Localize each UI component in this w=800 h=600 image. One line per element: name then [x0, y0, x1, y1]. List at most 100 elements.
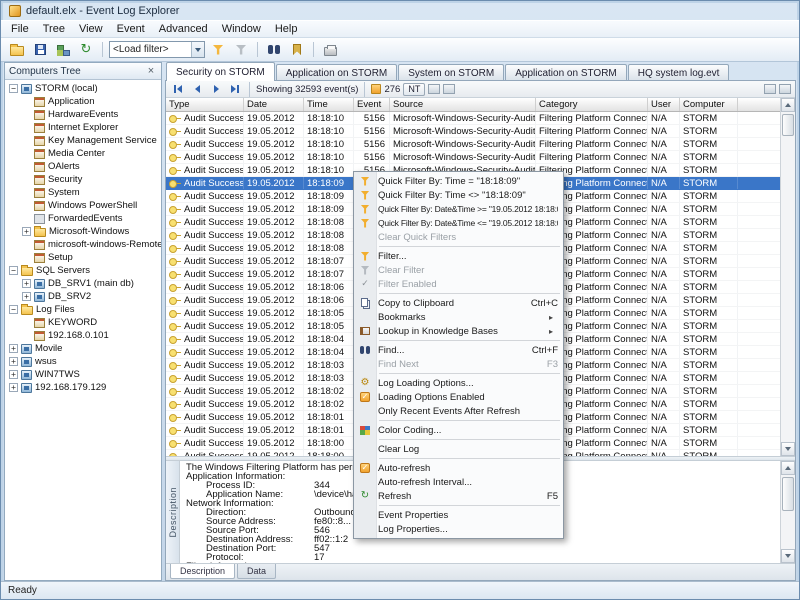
context-menu-item[interactable]: Quick Filter By: Time <> "18:18:09" — [354, 188, 563, 202]
tree-item[interactable]: −STORM (local) — [5, 82, 161, 95]
context-menu-item[interactable]: Auto-refresh Interval... — [354, 475, 563, 489]
tree-item[interactable]: Application — [5, 95, 161, 108]
menu-advanced[interactable]: Advanced — [152, 22, 215, 36]
context-menu-item[interactable]: ⚙Log Loading Options... — [354, 376, 563, 390]
column-header-type[interactable]: Type — [166, 98, 244, 111]
tree-item[interactable]: +WIN7TWS — [5, 368, 161, 381]
expand-icon[interactable]: + — [9, 383, 18, 392]
column-header-user[interactable]: User — [648, 98, 680, 111]
expand-icon[interactable]: + — [22, 292, 31, 301]
context-menu-item[interactable]: ✓Loading Options Enabled — [354, 390, 563, 404]
scroll-up-icon[interactable] — [781, 98, 795, 112]
prev-event-button[interactable] — [189, 82, 205, 96]
load-filter-combo[interactable]: <Load filter> — [109, 41, 205, 58]
expand-icon[interactable]: + — [9, 370, 18, 379]
context-menu-item[interactable]: Clear Quick Filters — [354, 230, 563, 244]
events-scrollbar[interactable] — [780, 98, 795, 456]
collapse-icon[interactable]: − — [9, 84, 18, 93]
scroll-track[interactable] — [781, 112, 795, 442]
event-row[interactable]: Audit Success19.05.201218:18:105156Micro… — [166, 138, 780, 151]
last-event-button[interactable] — [227, 82, 243, 96]
first-event-button[interactable] — [170, 82, 186, 96]
context-menu-item[interactable]: ✓Filter Enabled — [354, 277, 563, 291]
grid-view-icon[interactable] — [764, 84, 776, 94]
event-row[interactable]: Audit Success19.05.201218:18:105156Micro… — [166, 112, 780, 125]
combo-dropdown-icon[interactable] — [191, 42, 204, 57]
event-row[interactable]: Audit Success19.05.201218:18:105156Micro… — [166, 151, 780, 164]
menu-file[interactable]: File — [4, 22, 36, 36]
details-view-icon[interactable] — [779, 84, 791, 94]
scroll-down-icon[interactable] — [781, 442, 795, 456]
tree-item[interactable]: Security — [5, 173, 161, 186]
nt-toggle[interactable]: NT — [403, 83, 425, 96]
scroll-up-icon[interactable] — [781, 461, 795, 475]
context-menu-item[interactable]: ↻RefreshF5 — [354, 489, 563, 503]
goto-event-value[interactable]: 276 — [384, 84, 400, 95]
context-menu-item[interactable]: Quick Filter By: Date&Time >= "19.05.201… — [354, 202, 563, 216]
tab-2[interactable]: System on STORM — [398, 64, 504, 81]
open-log-button[interactable] — [7, 40, 27, 59]
tree-item[interactable]: microsoft-windows-RemoteDesktop — [5, 238, 161, 251]
next-event-button[interactable] — [208, 82, 224, 96]
tree-item[interactable]: +DB_SRV2 — [5, 290, 161, 303]
context-menu-item[interactable]: Color Coding... — [354, 423, 563, 437]
print-button[interactable] — [320, 40, 340, 59]
tree-item[interactable]: HardwareEvents — [5, 108, 161, 121]
collapse-icon[interactable]: − — [9, 305, 18, 314]
menu-event[interactable]: Event — [110, 22, 152, 36]
expand-icon[interactable]: + — [9, 357, 18, 366]
context-menu-item[interactable]: Only Recent Events After Refresh — [354, 404, 563, 418]
context-menu-item[interactable]: Lookup in Knowledge Bases▸ — [354, 324, 563, 338]
columns-icon[interactable] — [443, 84, 455, 94]
tree-item[interactable]: ForwardedEvents — [5, 212, 161, 225]
context-menu-item[interactable]: ✓Auto-refresh — [354, 461, 563, 475]
context-menu-item[interactable]: Log Properties... — [354, 522, 563, 536]
show-tree-button[interactable] — [53, 40, 73, 59]
context-menu-item[interactable]: Quick Filter By: Date&Time <= "19.05.201… — [354, 216, 563, 230]
tree-item[interactable]: Key Management Service — [5, 134, 161, 147]
save-workspace-button[interactable] — [30, 40, 50, 59]
titlebar[interactable]: default.elx - Event Log Explorer — [1, 1, 799, 20]
column-header-time[interactable]: Time — [304, 98, 354, 111]
column-header-event[interactable]: Event — [354, 98, 390, 111]
expand-icon[interactable]: + — [9, 344, 18, 353]
tree-item[interactable]: Windows PowerShell — [5, 199, 161, 212]
tab-3[interactable]: Application on STORM — [505, 64, 627, 81]
bookmarks-button[interactable] — [287, 40, 307, 59]
context-menu-item[interactable]: Find...Ctrl+F — [354, 343, 563, 357]
column-header-date[interactable]: Date — [244, 98, 304, 111]
tree-item[interactable]: −SQL Servers — [5, 264, 161, 277]
collapse-icon[interactable]: − — [9, 266, 18, 275]
context-menu-item[interactable]: Event Properties — [354, 508, 563, 522]
context-menu-item[interactable]: Find NextF3 — [354, 357, 563, 371]
expand-icon[interactable]: + — [22, 227, 31, 236]
clear-filter-button[interactable] — [231, 40, 251, 59]
context-menu-item[interactable]: Copy to ClipboardCtrl+C — [354, 296, 563, 310]
tab-4[interactable]: HQ system log.evt — [628, 64, 730, 81]
event-row[interactable]: Audit Success19.05.201218:18:105156Micro… — [166, 125, 780, 138]
scroll-track[interactable] — [781, 475, 795, 549]
column-header-category[interactable]: Category — [536, 98, 648, 111]
tree-item[interactable]: OAlerts — [5, 160, 161, 173]
tree-item[interactable]: −Log Files — [5, 303, 161, 316]
tree-item[interactable]: 192.168.0.101 — [5, 329, 161, 342]
tree-item[interactable]: Media Center — [5, 147, 161, 160]
scroll-down-icon[interactable] — [781, 549, 795, 563]
tree-item[interactable]: System — [5, 186, 161, 199]
menu-help[interactable]: Help — [268, 22, 305, 36]
refresh-button[interactable]: ↻ — [76, 40, 96, 59]
scroll-thumb[interactable] — [782, 477, 794, 511]
description-scrollbar[interactable] — [780, 461, 795, 563]
expand-icon[interactable]: + — [22, 279, 31, 288]
bottom-tab-data[interactable]: Data — [237, 564, 276, 579]
apply-filter-button[interactable] — [208, 40, 228, 59]
tab-0[interactable]: Security on STORM — [166, 62, 275, 81]
context-menu-item[interactable]: Clear Log — [354, 442, 563, 456]
tab-1[interactable]: Application on STORM — [276, 64, 398, 81]
goto-event-icon[interactable] — [371, 84, 381, 94]
word-wrap-icon[interactable] — [428, 84, 440, 94]
scroll-thumb[interactable] — [782, 114, 794, 136]
tree-item[interactable]: Setup — [5, 251, 161, 264]
tree-item[interactable]: +Microsoft-Windows — [5, 225, 161, 238]
tree-item[interactable]: +DB_SRV1 (main db) — [5, 277, 161, 290]
